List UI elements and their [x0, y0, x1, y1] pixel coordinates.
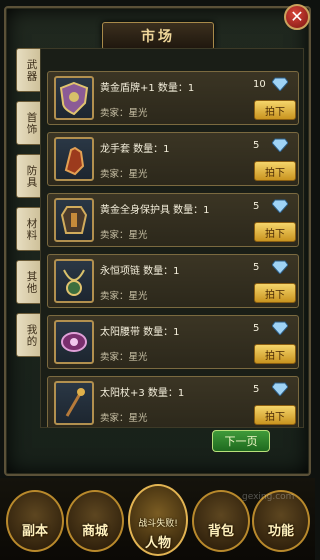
diamond-icon — [272, 77, 288, 91]
buy-button[interactable]: 拍下 — [254, 222, 296, 242]
diamond-icon — [272, 321, 288, 335]
diamond-icon — [272, 138, 288, 152]
buy-button[interactable]: 拍下 — [254, 344, 296, 364]
diamond-icon — [272, 260, 288, 274]
buy-button[interactable]: 拍下 — [254, 283, 296, 303]
title-plate: 市场 — [102, 22, 214, 50]
item-name: 龙手套 数量：1 — [100, 144, 170, 155]
item-price: 5 — [253, 262, 260, 273]
list-item: 永恒项链 数量：1 卖家：星光 5 拍下 — [47, 254, 299, 308]
item-price: 5 — [253, 140, 260, 151]
window-title: 市场 — [141, 29, 175, 45]
item-seller: 卖家：星光 — [100, 169, 148, 180]
staff-icon — [54, 381, 94, 425]
nav-dungeon-label: 副本 — [21, 524, 48, 539]
list-item: 龙手套 数量：1 卖家：星光 5 拍下 — [47, 132, 299, 186]
item-name: 黄金盾牌+1 数量：1 — [100, 83, 195, 94]
watermark: gexing.com — [242, 492, 295, 502]
item-price: 10 — [253, 79, 266, 90]
list-item: 黄金全身保护具 数量：1 卖家：星光 5 拍下 — [47, 193, 299, 247]
list-item: 太阳杖+3 数量：1 卖家：星光 5 拍下 — [47, 376, 299, 427]
next-page-button[interactable]: 下一页 — [212, 430, 270, 452]
item-name: 太阳腰带 数量：1 — [100, 327, 180, 338]
buy-button[interactable]: 拍下 — [254, 161, 296, 181]
item-price: 5 — [253, 384, 260, 395]
close-icon: ✕ — [290, 7, 304, 26]
shield-icon — [54, 76, 94, 120]
item-name: 永恒项链 数量：1 — [100, 266, 180, 277]
buy-button[interactable]: 拍下 — [254, 405, 296, 425]
item-name: 太阳杖+3 数量：1 — [100, 388, 185, 399]
diamond-icon — [272, 382, 288, 396]
battle-status-text: 战斗失败! — [138, 519, 178, 529]
armor-icon — [54, 198, 94, 242]
nav-character-label: 人物 — [144, 536, 171, 551]
nav-function-label: 功能 — [267, 524, 294, 539]
nav-shop-label: 商城 — [81, 524, 108, 539]
necklace-icon — [54, 259, 94, 303]
glove-icon — [54, 137, 94, 181]
nav-bag-label: 背包 — [207, 524, 234, 539]
item-name: 黄金全身保护具 数量：1 — [100, 205, 210, 216]
item-price: 5 — [253, 201, 260, 212]
item-seller: 卖家：星光 — [100, 413, 148, 424]
item-seller: 卖家：星光 — [100, 108, 148, 119]
belt-icon — [54, 320, 94, 364]
item-price: 5 — [253, 323, 260, 334]
item-seller: 卖家：星光 — [100, 352, 148, 363]
item-seller: 卖家：星光 — [100, 291, 148, 302]
list-item: 黄金盾牌+1 数量：1 卖家：星光 10 拍下 — [47, 71, 299, 125]
diamond-icon — [272, 199, 288, 213]
buy-button[interactable]: 拍下 — [254, 100, 296, 120]
item-list[interactable]: 黄金盾牌+1 数量：1 卖家：星光 10 拍下 龙手套 数量：1 卖家：星光 5… — [40, 48, 304, 428]
list-item: 太阳腰带 数量：1 卖家：星光 5 拍下 — [47, 315, 299, 369]
close-button[interactable]: ✕ — [284, 4, 310, 30]
item-seller: 卖家：星光 — [100, 230, 148, 241]
